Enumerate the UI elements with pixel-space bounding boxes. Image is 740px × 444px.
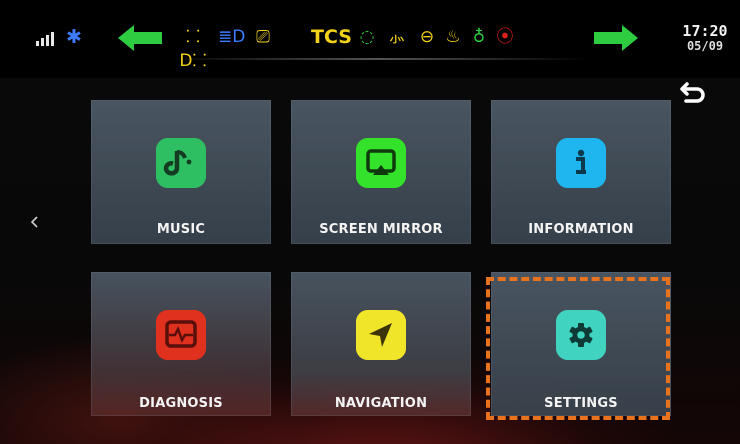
tile-navigation[interactable]: NAVIGATION bbox=[291, 272, 471, 416]
alert-icon: ⦿ bbox=[496, 27, 514, 47]
tile-label: INFORMATION bbox=[528, 222, 634, 237]
tile-diagnosis[interactable]: DIAGNOSIS bbox=[91, 272, 271, 416]
tile-music[interactable]: MUSIC bbox=[91, 100, 271, 244]
diagnosis-icon bbox=[156, 310, 206, 360]
status-bar: ✱ ⸬D⸬ ≣D ⎚ TCS ◌ ⺗ ⊖ ♨ ♁ ⦿ 17:20 05/09 bbox=[0, 0, 740, 78]
screen: ✱ ⸬D⸬ ≣D ⎚ TCS ◌ ⺗ ⊖ ♨ ♁ ⦿ 17:20 05/09 M… bbox=[0, 0, 740, 444]
bluetooth-icon: ✱ bbox=[66, 26, 82, 48]
tcs-indicator: TCS bbox=[311, 26, 352, 48]
tile-label: SCREEN MIRROR bbox=[319, 222, 443, 237]
left-turn-arrow-icon bbox=[118, 25, 162, 51]
screen-mirror-icon bbox=[356, 138, 406, 188]
clock-date: 05/09 bbox=[686, 39, 724, 53]
abs-warning-icon: ◌ bbox=[359, 27, 375, 47]
clock-time: 17:20 bbox=[682, 22, 728, 40]
status-bar-divider bbox=[168, 58, 588, 60]
clock: 17:20 05/09 bbox=[672, 24, 738, 54]
navigation-icon bbox=[356, 310, 406, 360]
oil-warning-icon: ⊖ bbox=[419, 27, 435, 47]
tile-label: DIAGNOSIS bbox=[139, 396, 223, 411]
info-icon bbox=[556, 138, 606, 188]
tile-label: NAVIGATION bbox=[334, 396, 428, 411]
back-icon[interactable] bbox=[678, 78, 708, 108]
signal-icon bbox=[36, 30, 62, 46]
tile-screen-mirror[interactable]: SCREEN MIRROR bbox=[291, 100, 471, 244]
settings-highlight-box bbox=[486, 277, 670, 420]
tile-label: MUSIC bbox=[156, 222, 206, 237]
right-turn-arrow-icon bbox=[594, 25, 638, 51]
tile-information[interactable]: INFORMATION bbox=[491, 100, 671, 244]
battery-warning-icon: ⎚ bbox=[256, 27, 270, 47]
previous-page-chevron-icon[interactable] bbox=[30, 214, 40, 230]
fog-lamp-icon: ⸬D⸬ bbox=[179, 27, 207, 71]
fuel-icon: ♁ bbox=[472, 27, 486, 47]
engine-icon: ♨ bbox=[445, 27, 461, 47]
music-icon bbox=[156, 138, 206, 188]
high-beam-icon: ≣D bbox=[218, 27, 246, 47]
temperature-icon: ⺗ bbox=[388, 27, 406, 47]
